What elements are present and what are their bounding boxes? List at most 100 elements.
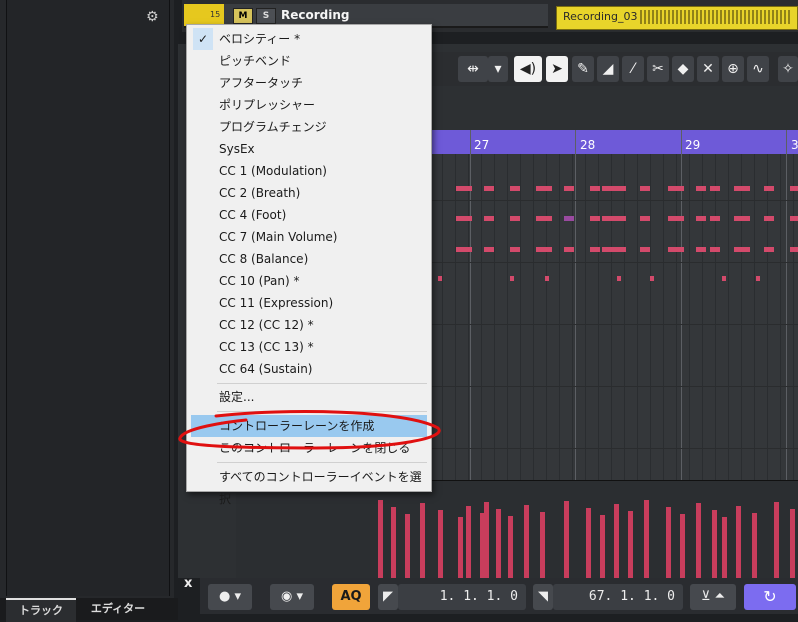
menu-item-aftertouch[interactable]: アフタータッチ xyxy=(187,72,431,94)
velocity-bar[interactable] xyxy=(496,509,501,578)
close-icon[interactable]: x xyxy=(184,576,192,591)
midi-note[interactable] xyxy=(696,186,706,191)
midi-note[interactable] xyxy=(640,216,650,221)
record-mode-button[interactable]: ● ▾ xyxy=(208,584,252,610)
midi-note[interactable] xyxy=(640,247,650,252)
midi-note[interactable] xyxy=(484,216,494,221)
midi-note[interactable] xyxy=(790,216,798,221)
midi-note[interactable] xyxy=(617,276,621,281)
midi-note[interactable] xyxy=(764,247,774,252)
velocity-bar[interactable] xyxy=(628,511,633,578)
midi-note[interactable] xyxy=(764,216,774,221)
left-locator-position[interactable]: 1. 1. 1. 0 xyxy=(398,584,526,610)
midi-note[interactable] xyxy=(734,247,750,252)
velocity-bar[interactable] xyxy=(524,505,529,578)
midi-note[interactable] xyxy=(650,276,654,281)
solo-button[interactable]: S xyxy=(256,8,276,24)
midi-note[interactable] xyxy=(590,247,600,252)
velocity-bar[interactable] xyxy=(438,510,443,578)
midi-note[interactable] xyxy=(640,186,650,191)
pencil-tool-icon[interactable]: ✎ xyxy=(572,56,594,82)
midi-note[interactable] xyxy=(710,216,720,221)
midi-note[interactable] xyxy=(510,247,520,252)
menu-item-select-all-events[interactable]: すべてのコントローラーイベントを選択 xyxy=(187,466,431,506)
velocity-bar[interactable] xyxy=(420,503,425,578)
midi-note[interactable] xyxy=(590,216,600,221)
velocity-bar[interactable] xyxy=(564,501,569,578)
menu-item-cc2[interactable]: CC 2 (Breath) xyxy=(187,182,431,204)
menu-item-velocity[interactable]: ベロシティー * xyxy=(187,28,431,50)
velocity-bar[interactable] xyxy=(774,502,779,578)
menu-item-cc4[interactable]: CC 4 (Foot) xyxy=(187,204,431,226)
midi-note[interactable] xyxy=(484,247,494,252)
midi-note[interactable] xyxy=(616,247,626,252)
velocity-bar[interactable] xyxy=(586,508,591,578)
tab-editor[interactable]: エディター xyxy=(82,598,154,620)
midi-note[interactable] xyxy=(616,186,626,191)
velocity-bar[interactable] xyxy=(666,507,671,578)
midi-note[interactable] xyxy=(536,247,552,252)
menu-item-cc1[interactable]: CC 1 (Modulation) xyxy=(187,160,431,182)
velocity-bar[interactable] xyxy=(484,502,489,578)
midi-note[interactable] xyxy=(564,247,574,252)
gear-icon[interactable]: ⚙ xyxy=(146,9,159,25)
eraser-tool-icon[interactable]: ◢ xyxy=(597,56,619,82)
midi-note[interactable] xyxy=(790,186,798,191)
glue-tool-icon[interactable]: ◆ xyxy=(672,56,694,82)
midi-note[interactable] xyxy=(510,276,514,281)
midi-note[interactable] xyxy=(456,247,472,252)
menu-item-cc12[interactable]: CC 12 (CC 12) * xyxy=(187,314,431,336)
velocity-bar[interactable] xyxy=(540,512,545,578)
midi-note[interactable] xyxy=(510,216,520,221)
menu-item-cc8[interactable]: CC 8 (Balance) xyxy=(187,248,431,270)
menu-item-sysex[interactable]: SysEx xyxy=(187,138,431,160)
midi-note[interactable] xyxy=(616,216,626,221)
zoom-tool-icon[interactable]: ⊕ xyxy=(722,56,744,82)
midi-note[interactable] xyxy=(696,247,706,252)
line-tool-icon[interactable]: ∿ xyxy=(747,56,769,82)
menu-item-settings[interactable]: 設定... xyxy=(187,386,431,408)
velocity-bar[interactable] xyxy=(391,507,396,578)
velocity-bar[interactable] xyxy=(458,517,463,578)
tab-track[interactable]: トラック xyxy=(6,598,76,622)
midi-note[interactable] xyxy=(668,186,684,191)
midi-note[interactable] xyxy=(722,276,726,281)
expand-icon[interactable]: ✧ xyxy=(778,56,798,82)
midi-note[interactable] xyxy=(790,247,798,252)
midi-note[interactable] xyxy=(756,276,760,281)
midi-note[interactable] xyxy=(438,276,442,281)
midi-note[interactable] xyxy=(764,186,774,191)
velocity-bar[interactable] xyxy=(378,500,383,578)
midi-note[interactable] xyxy=(456,216,472,221)
menu-item-poly-pressure[interactable]: ポリプレッシャー xyxy=(187,94,431,116)
menu-item-cc11[interactable]: CC 11 (Expression) xyxy=(187,292,431,314)
menu-item-pitchbend[interactable]: ピッチベンド xyxy=(187,50,431,72)
mute-button[interactable]: M xyxy=(233,8,253,24)
midi-note[interactable] xyxy=(536,216,552,221)
velocity-bar[interactable] xyxy=(736,506,741,578)
midi-note[interactable] xyxy=(668,247,684,252)
velocity-bar[interactable] xyxy=(614,504,619,578)
track-name[interactable]: Recording xyxy=(281,8,350,22)
midi-note[interactable] xyxy=(564,186,574,191)
auto-quantize-button[interactable]: AQ xyxy=(332,584,370,610)
velocity-bar[interactable] xyxy=(680,514,685,578)
split-tool-icon[interactable]: ⇹ xyxy=(458,56,488,82)
menu-item-cc7[interactable]: CC 7 (Main Volume) xyxy=(187,226,431,248)
midi-note[interactable] xyxy=(590,186,600,191)
scissors-tool-icon[interactable]: ✂ xyxy=(647,56,669,82)
velocity-bar[interactable] xyxy=(508,516,513,578)
velocity-bar[interactable] xyxy=(790,509,795,578)
brush-tool-icon[interactable]: ⁄ xyxy=(622,56,644,82)
velocity-bar[interactable] xyxy=(600,515,605,578)
midi-note[interactable] xyxy=(545,276,549,281)
midi-note[interactable] xyxy=(710,247,720,252)
menu-item-cc13[interactable]: CC 13 (CC 13) * xyxy=(187,336,431,358)
midi-note[interactable] xyxy=(696,216,706,221)
speaker-icon[interactable]: ◀) xyxy=(514,56,542,82)
metronome-button[interactable]: ◉ ▾ xyxy=(270,584,314,610)
velocity-bar[interactable] xyxy=(696,503,701,578)
midi-note[interactable] xyxy=(734,216,750,221)
left-locator-icon[interactable]: ◤ xyxy=(378,584,398,610)
midi-note[interactable] xyxy=(710,186,720,191)
